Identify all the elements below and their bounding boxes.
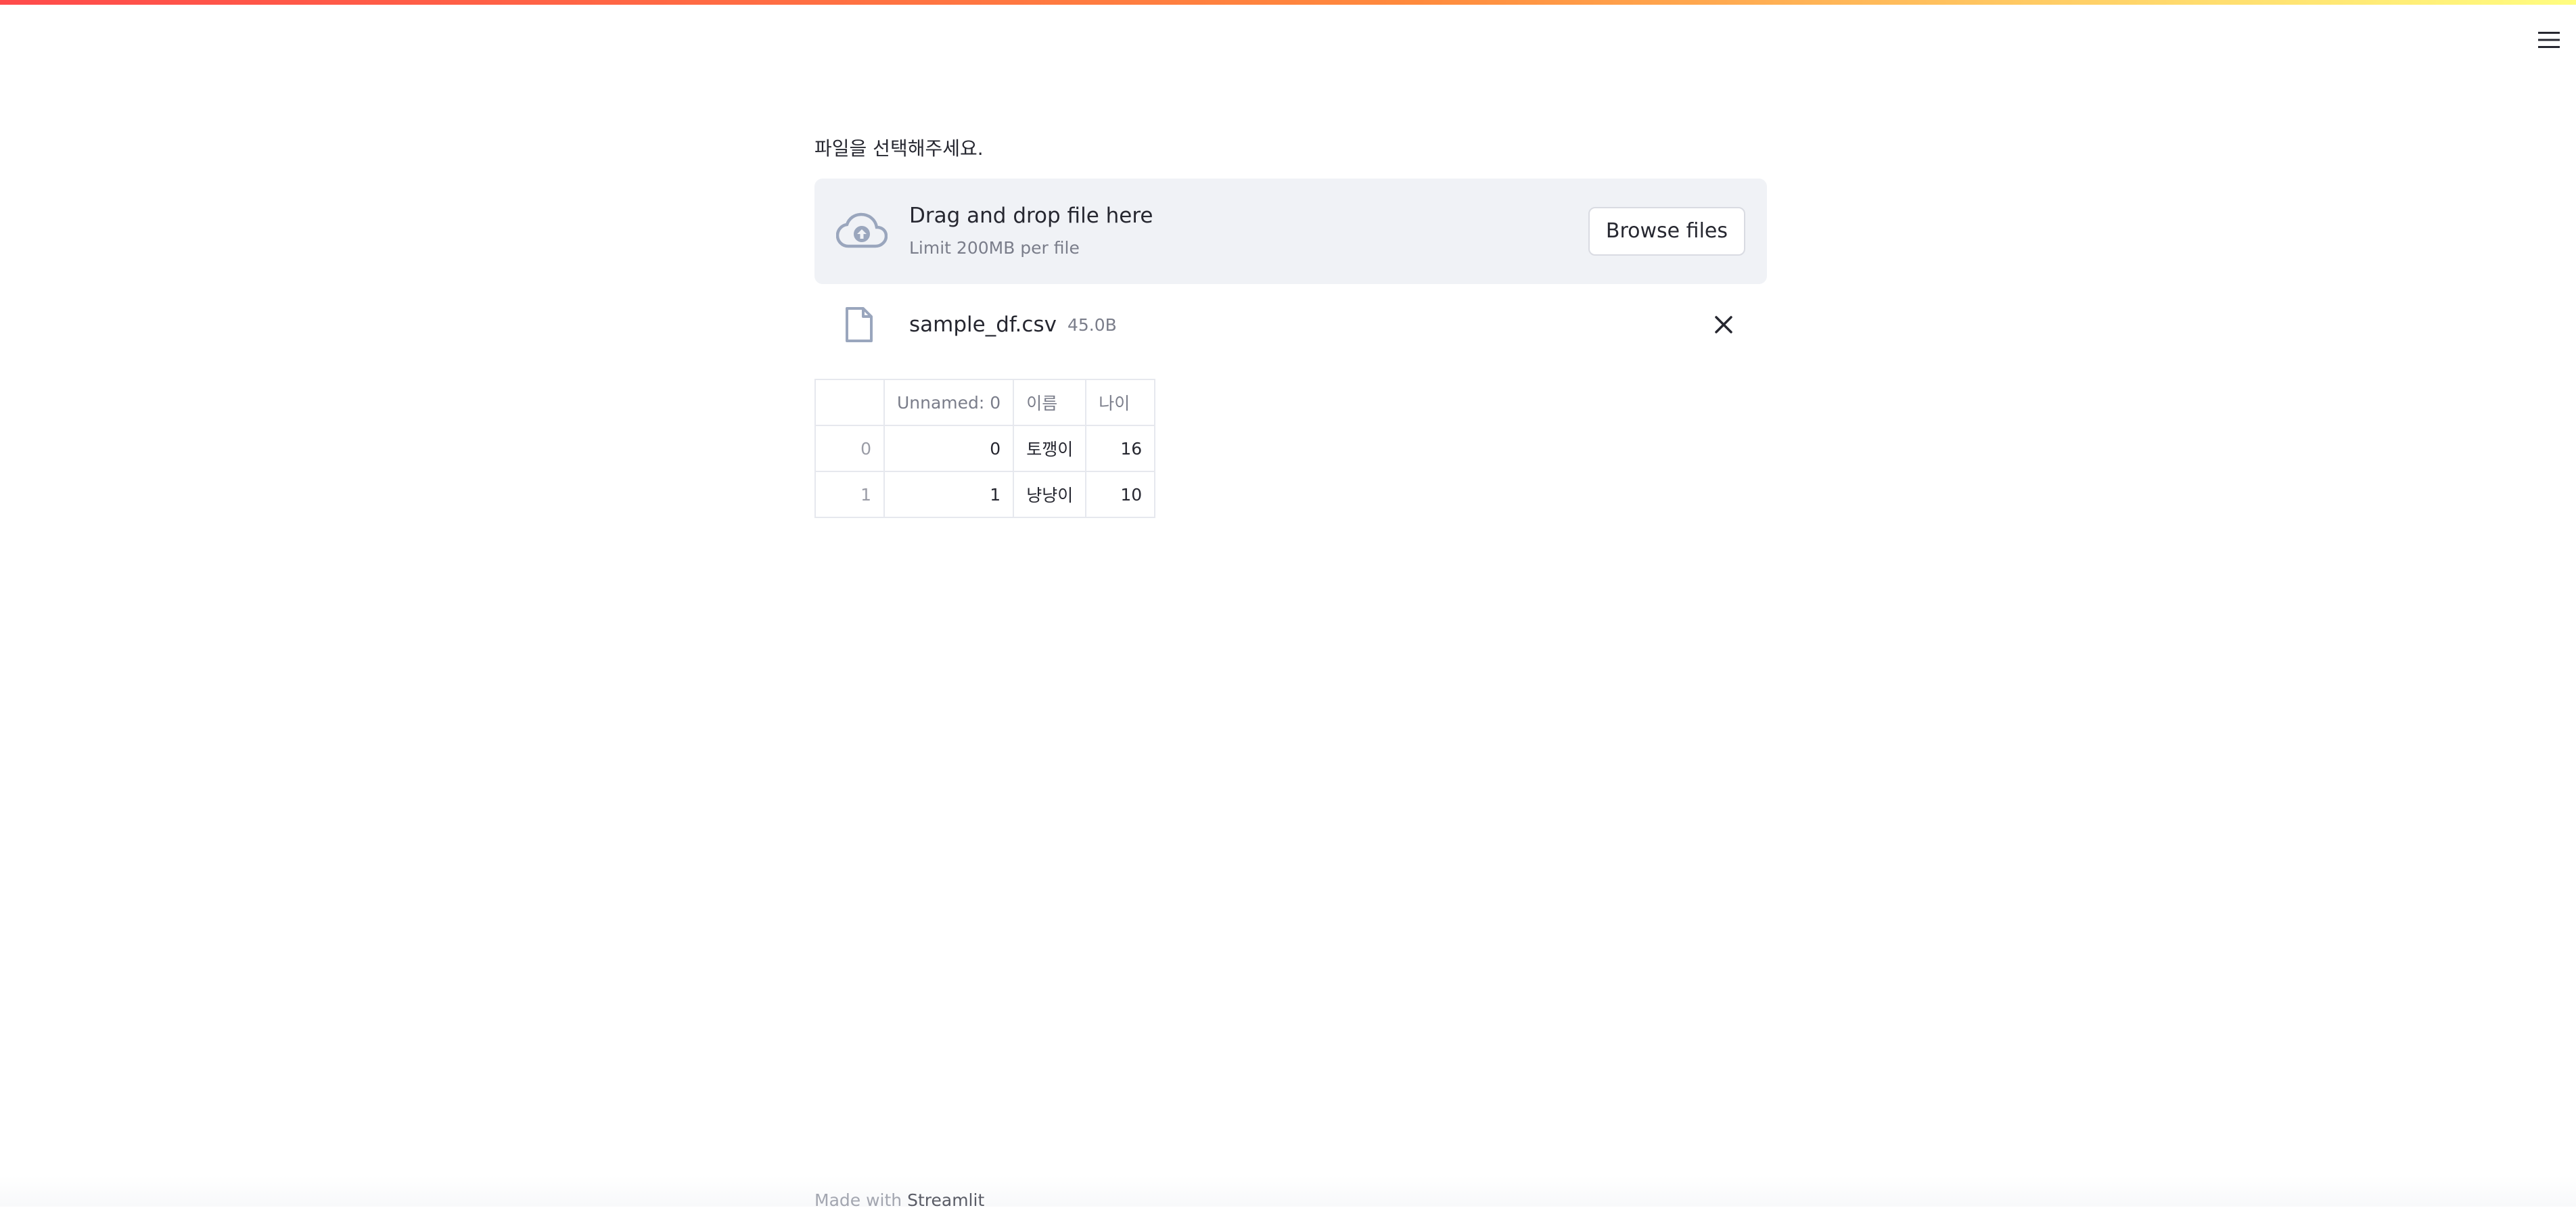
column-header-unnamed[interactable]: Unnamed: 0	[883, 379, 1015, 426]
dataframe-table[interactable]: Unnamed: 0 이름 나이 0 0 토깽이 16 1 1 냥냥이 10	[814, 379, 1156, 518]
file-dropzone[interactable]: Drag and drop file here Limit 200MB per …	[814, 179, 1767, 284]
table-row: 0 0 토깽이 16	[814, 425, 1156, 472]
row-index: 0	[814, 425, 885, 472]
file-uploader-label: 파일을 선택해주세요.	[814, 137, 984, 160]
cell-name[interactable]: 토깽이	[1013, 425, 1087, 472]
cell-unnamed[interactable]: 0	[883, 425, 1015, 472]
row-index: 1	[814, 471, 885, 518]
column-header-name[interactable]: 이름	[1013, 379, 1087, 426]
main-menu-button[interactable]	[2527, 23, 2571, 57]
uploaded-file-size: 45.0B	[1067, 315, 1117, 335]
hamburger-menu-icon	[2538, 32, 2560, 48]
browse-files-button[interactable]: Browse files	[1588, 207, 1745, 256]
cloud-upload-icon	[836, 211, 888, 252]
cell-name[interactable]: 냥냥이	[1013, 471, 1087, 518]
cell-age[interactable]: 16	[1085, 425, 1156, 472]
remove-file-button[interactable]	[1707, 308, 1740, 341]
column-header-age[interactable]: 나이	[1085, 379, 1156, 426]
footer-brand-link[interactable]: Streamlit	[907, 1190, 984, 1210]
footer-fade	[0, 1176, 2576, 1207]
dropzone-instructions: Drag and drop file here Limit 200MB per …	[909, 201, 1588, 262]
table-row: 1 1 냥냥이 10	[814, 471, 1156, 518]
main-content: 파일을 선택해주세요. Drag and drop file here Limi…	[814, 133, 1767, 518]
table-header-row: Unnamed: 0 이름 나이	[814, 379, 1156, 426]
file-icon	[843, 305, 875, 344]
footer-prefix: Made with	[814, 1190, 902, 1210]
dropzone-limit: Limit 200MB per file	[909, 238, 1080, 258]
footer: Made with Streamlit	[814, 1190, 984, 1210]
header-decoration-bar	[0, 0, 2576, 5]
cell-age[interactable]: 10	[1085, 471, 1156, 518]
close-icon	[1715, 316, 1732, 333]
cell-unnamed[interactable]: 1	[883, 471, 1015, 518]
column-header-index[interactable]	[814, 379, 885, 426]
uploaded-file-item: sample_df.csv 45.0B	[814, 284, 1767, 365]
uploaded-file-name: sample_df.csv	[909, 312, 1057, 337]
dropzone-title: Drag and drop file here	[909, 204, 1153, 228]
